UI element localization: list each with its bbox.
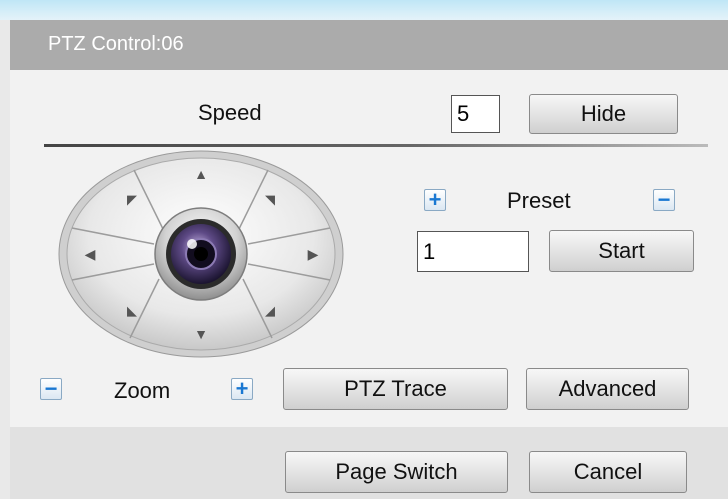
pan-up-left-arrow-icon[interactable]: ◤ — [127, 192, 137, 207]
dialog-title: PTZ Control:06 — [48, 33, 184, 55]
ptz-trace-button[interactable]: PTZ Trace — [283, 368, 508, 410]
speed-label: Speed — [198, 100, 262, 125]
cancel-button[interactable]: Cancel — [529, 451, 687, 493]
pan-left-arrow-icon[interactable]: ◀ — [85, 246, 96, 262]
start-button[interactable]: Start — [549, 230, 694, 272]
preset-add-button[interactable]: + — [424, 189, 446, 211]
pan-up-right-arrow-icon[interactable]: ◥ — [265, 192, 275, 207]
pan-down-right-arrow-icon[interactable]: ◢ — [265, 303, 275, 318]
title-bar: PTZ Control:06 — [10, 20, 728, 70]
preset-remove-button[interactable]: − — [653, 189, 675, 211]
camera-lens-icon — [154, 207, 248, 301]
pan-up-arrow-icon[interactable]: ▲ — [194, 166, 208, 182]
advanced-button[interactable]: Advanced — [526, 368, 689, 410]
pan-down-left-arrow-icon[interactable]: ◣ — [127, 303, 137, 318]
page-switch-button[interactable]: Page Switch — [285, 451, 508, 493]
speed-input[interactable]: 5 — [451, 95, 500, 133]
section-divider — [44, 144, 708, 147]
preset-input[interactable]: 1 — [417, 231, 529, 272]
preset-value: 1 — [423, 238, 436, 264]
speed-value: 5 — [457, 101, 470, 126]
zoom-in-button[interactable]: + — [231, 378, 253, 400]
pan-right-arrow-icon[interactable]: ▶ — [308, 246, 319, 262]
zoom-label: Zoom — [114, 378, 171, 403]
pan-down-arrow-icon[interactable]: ▼ — [194, 326, 208, 342]
top-background-strip — [0, 0, 728, 20]
preset-label: Preset — [507, 188, 571, 213]
zoom-out-button[interactable]: − — [40, 378, 62, 400]
ptz-direction-pad: ▲ ▼ ◀ ▶ ◤ ◥ ◣ ◢ — [58, 150, 344, 358]
hide-button[interactable]: Hide — [529, 94, 678, 134]
